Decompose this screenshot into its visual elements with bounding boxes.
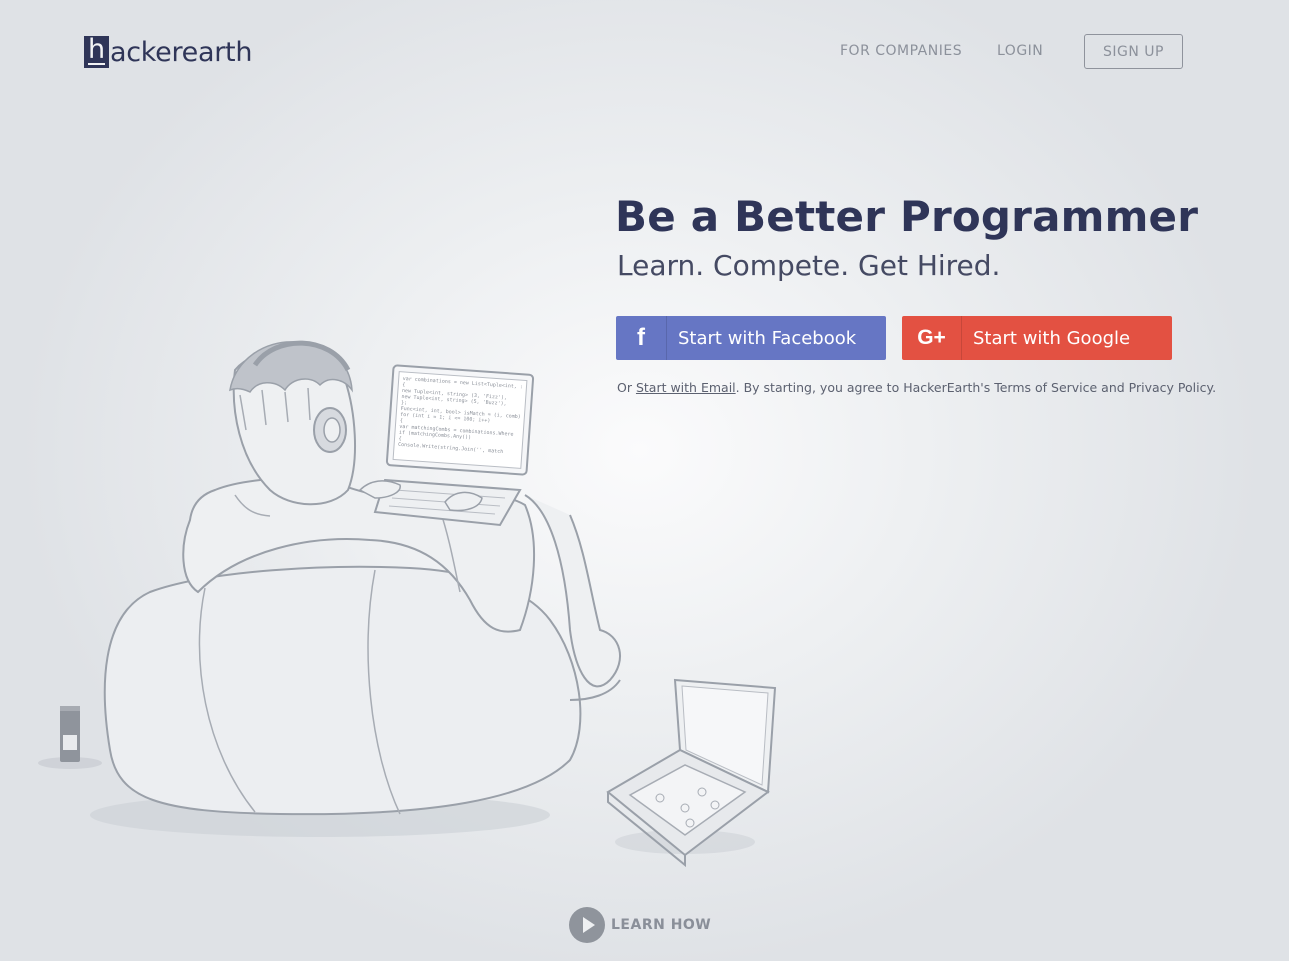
- learn-how-label: LEARN HOW: [611, 917, 712, 933]
- sign-up-button[interactable]: SIGN UP: [1084, 34, 1183, 69]
- google-plus-icon: G+: [902, 316, 962, 360]
- learn-how-button[interactable]: LEARN HOW: [569, 907, 711, 943]
- logo-h-mark: h: [84, 36, 109, 68]
- logo-wordmark: ackerearth: [110, 37, 253, 68]
- play-icon: [569, 907, 605, 943]
- nav-for-companies[interactable]: FOR COMPANIES: [840, 43, 962, 59]
- google-button-label: Start with Google: [973, 327, 1131, 349]
- hero-title: Be a Better Programmer: [615, 192, 1199, 241]
- nav-login[interactable]: LOGIN: [997, 43, 1043, 59]
- drink-can-icon: [60, 706, 80, 762]
- hero-subtitle: Learn. Compete. Get Hired.: [617, 249, 1001, 282]
- programmer-illustration: var combinations = new List<Tuple<int, :…: [38, 340, 777, 868]
- start-with-google-button[interactable]: G+ Start with Google: [902, 316, 1172, 360]
- hackerearth-logo[interactable]: h ackerearth: [84, 34, 252, 68]
